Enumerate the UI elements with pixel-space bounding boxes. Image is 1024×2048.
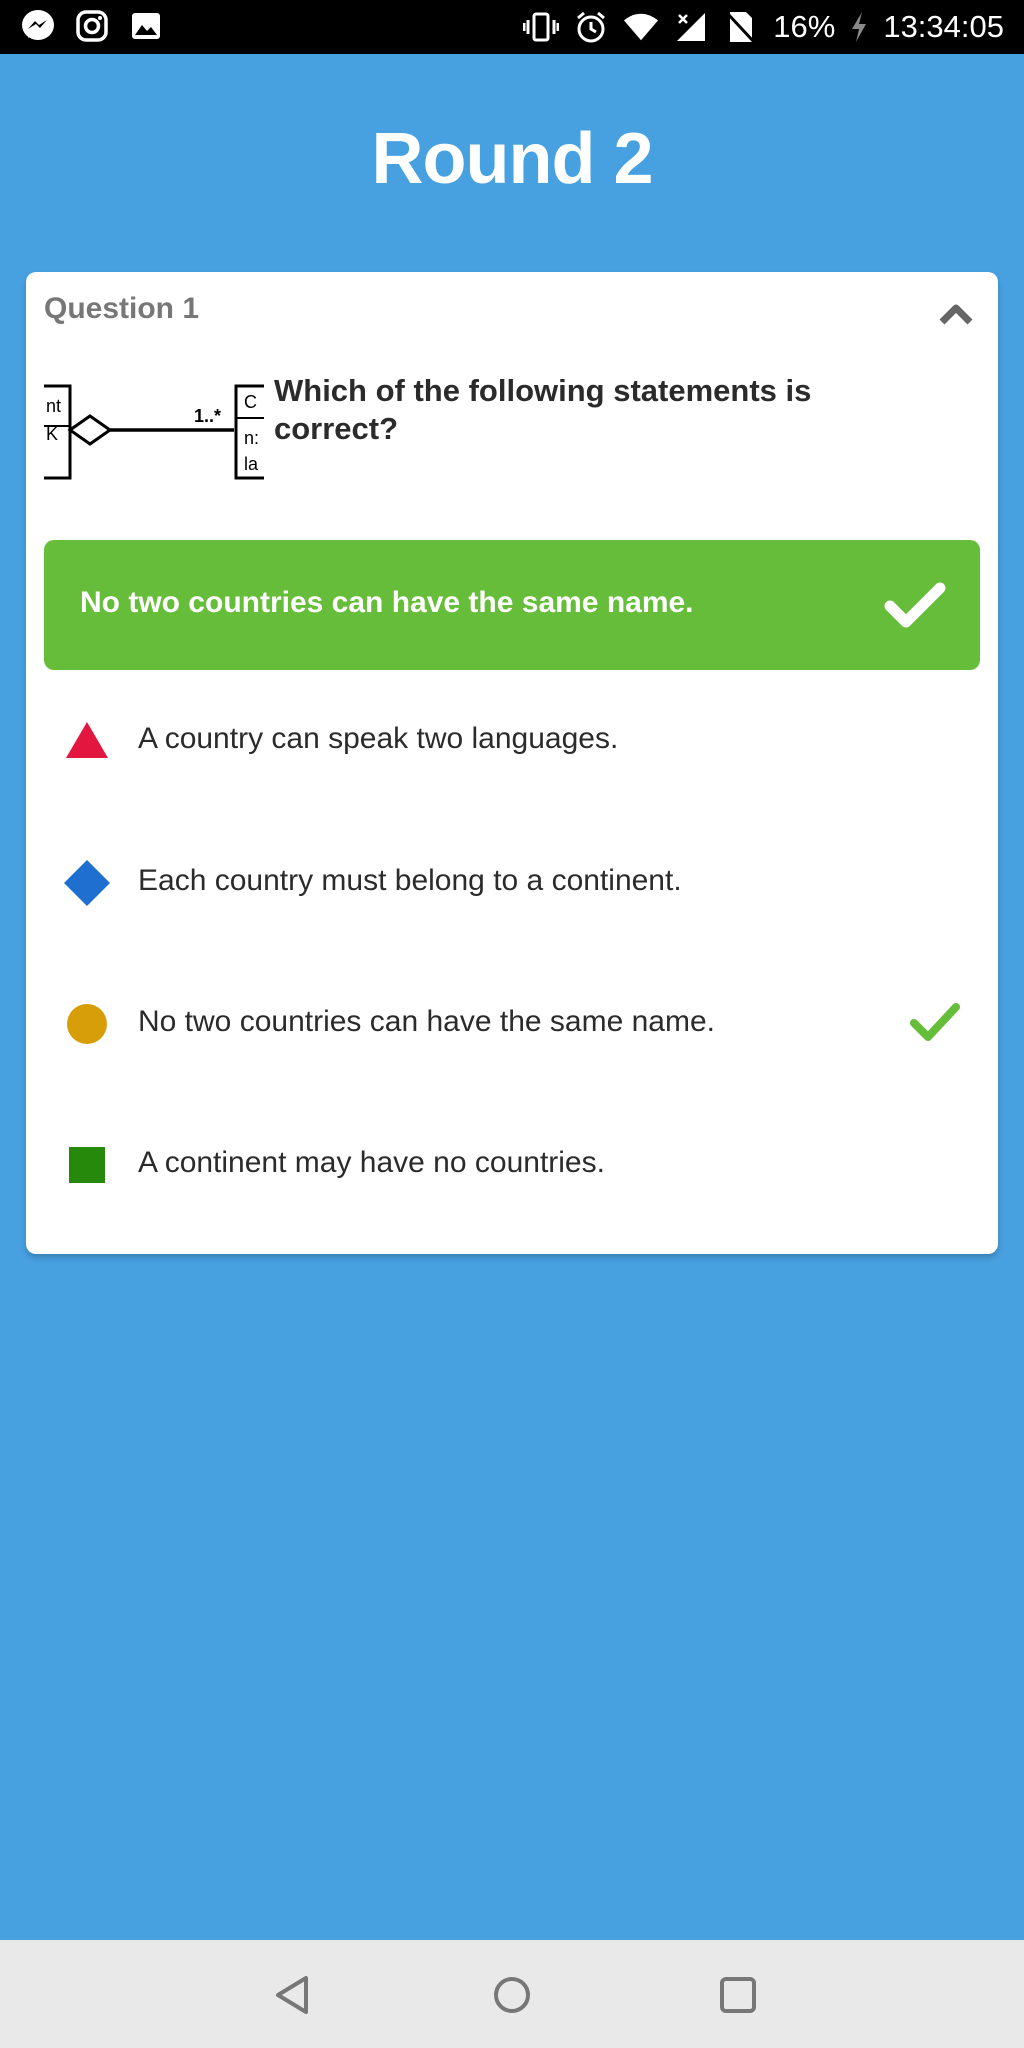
navigation-bar: [0, 1940, 1024, 2048]
recents-icon[interactable]: [715, 1972, 761, 2018]
answer-option: No two countries can have the same name.: [44, 983, 980, 1063]
battery-percent: 16%: [773, 9, 836, 44]
diagram-right-label-2: n:: [244, 428, 259, 448]
home-icon[interactable]: [489, 1972, 535, 2018]
correct-answer-banner: No two countries can have the same name.: [44, 540, 980, 670]
circle-icon: [64, 1001, 110, 1047]
clock-time: 13:34:05: [883, 9, 1004, 44]
answer-option-text: No two countries can have the same name.: [138, 1005, 715, 1038]
answer-option-text: A continent may have no countries.: [138, 1146, 605, 1179]
diagram-multiplicity: 1..*: [194, 406, 221, 426]
charging-icon: [849, 9, 869, 45]
check-icon: [908, 1001, 962, 1045]
diagram-left-label-bottom: K: [46, 424, 58, 444]
diagram-right-label-1: C: [244, 392, 257, 412]
status-bar: 16% 13:34:05: [0, 0, 1024, 54]
answer-option: A country can speak two languages.: [44, 700, 980, 780]
answer-option-text: A country can speak two languages.: [138, 722, 619, 755]
diagram-right-label-3: la: [244, 454, 259, 474]
alarm-icon: [573, 9, 609, 45]
back-icon[interactable]: [270, 1972, 316, 2018]
answer-option: Each country must belong to a continent.: [44, 842, 980, 922]
check-icon: [884, 580, 946, 630]
question-label: Question 1: [44, 292, 200, 325]
diamond-icon: [64, 860, 110, 906]
no-sim-icon: [723, 9, 759, 45]
correct-answer-text: No two countries can have the same name.: [80, 586, 694, 619]
answer-option: A continent may have no countries.: [44, 1124, 980, 1204]
answer-option-text: Each country must belong to a continent.: [138, 864, 682, 897]
chevron-up-icon[interactable]: [936, 296, 976, 332]
triangle-icon: [64, 718, 110, 764]
messenger-icon: [20, 8, 56, 44]
round-title: Round 2: [371, 119, 654, 199]
wifi-icon: [623, 9, 659, 45]
instagram-icon: [74, 8, 110, 44]
vibrate-icon: [523, 9, 560, 45]
gallery-icon: [128, 8, 164, 44]
diagram-left-label-top: nt: [46, 396, 61, 416]
question-card: Question 1 nt K 1..* C n: la Which of th…: [26, 272, 998, 1254]
square-icon: [64, 1142, 110, 1188]
question-text: Which of the following statements is cor…: [274, 373, 812, 446]
question-diagram: nt K 1..* C n: la: [44, 382, 264, 492]
signal-icon: [673, 9, 709, 45]
